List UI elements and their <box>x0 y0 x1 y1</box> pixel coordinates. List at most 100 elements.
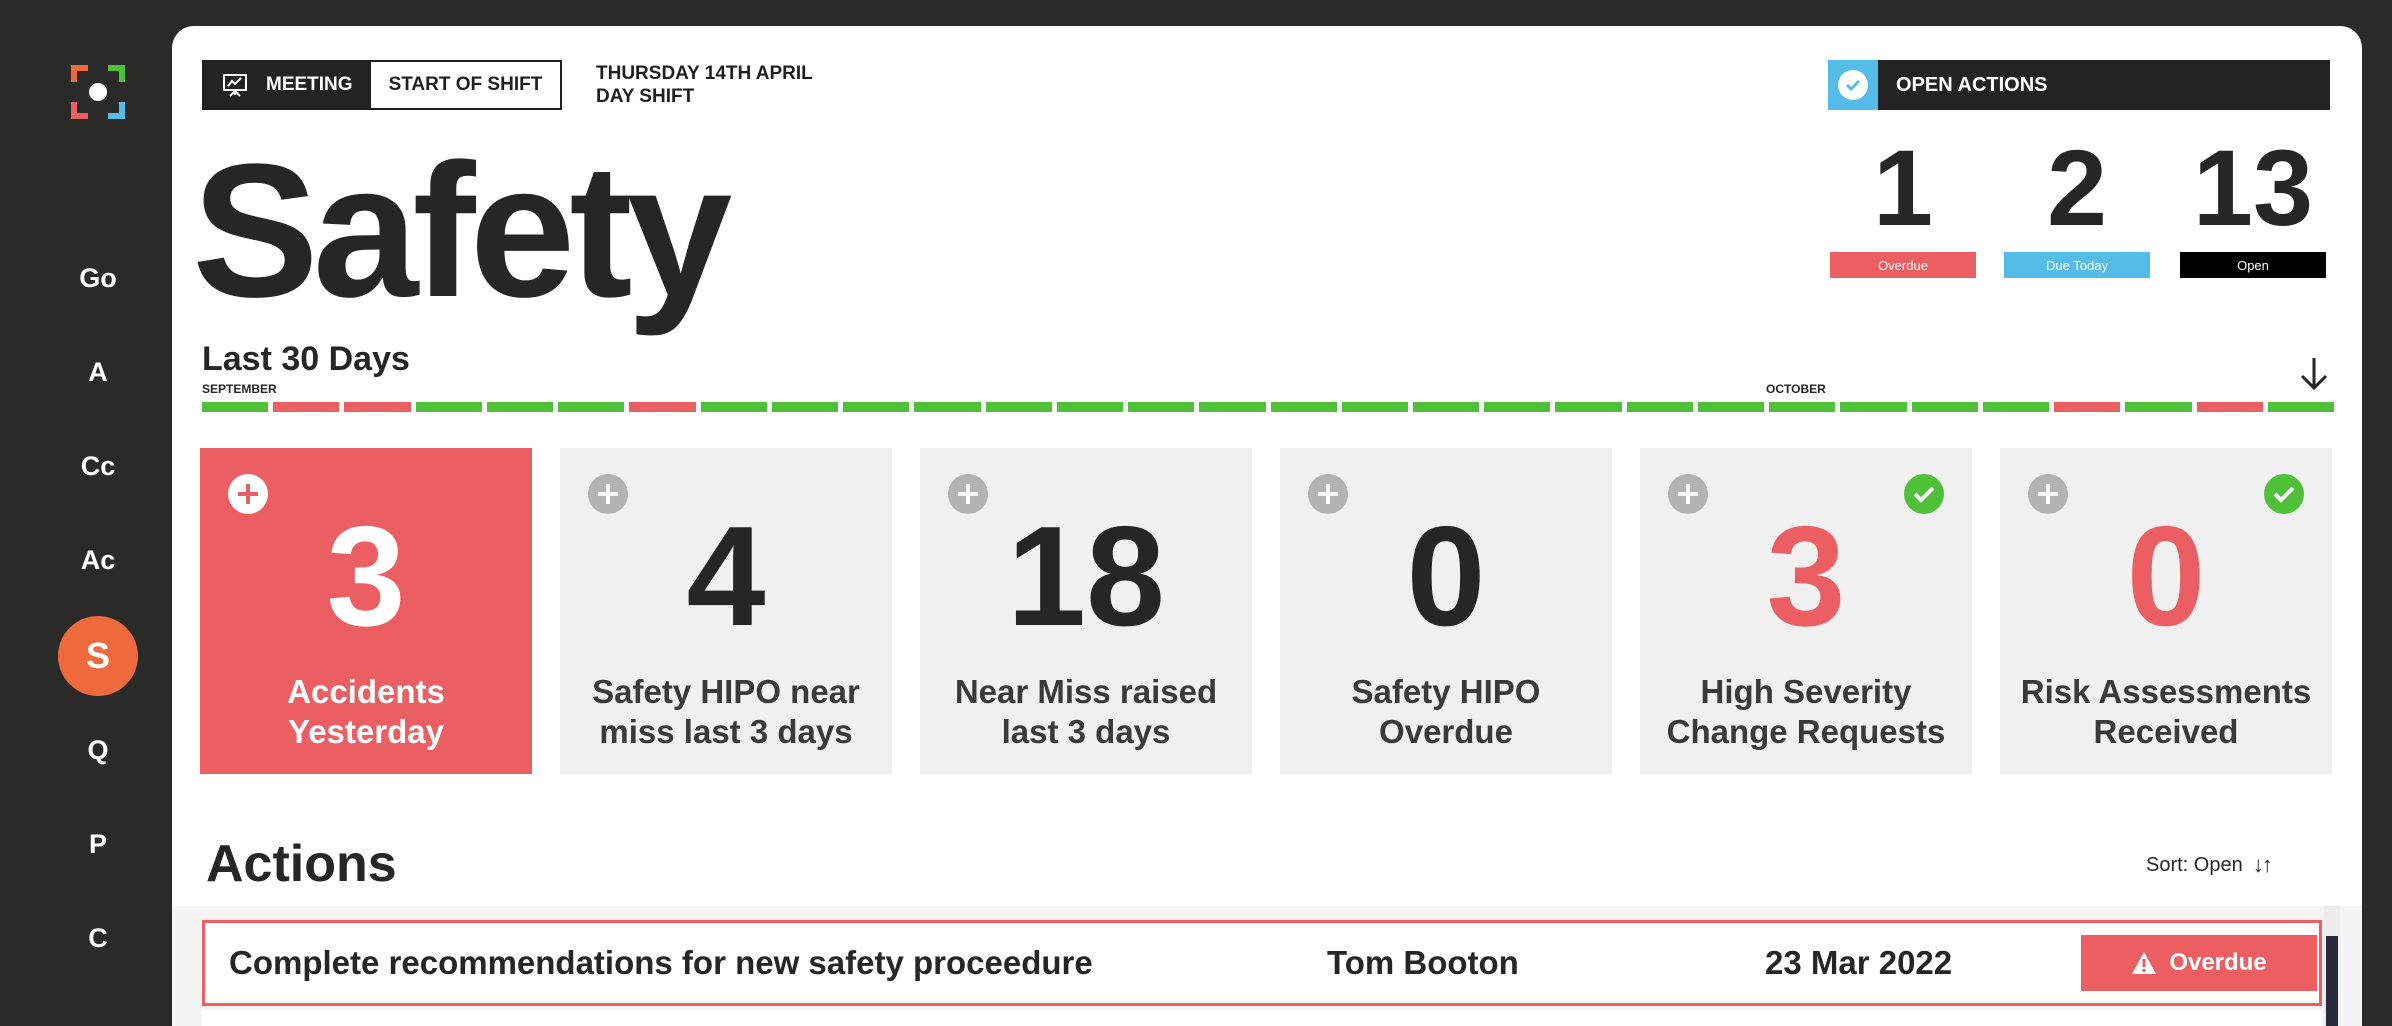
action-assignee: Tom Booton <box>1327 944 1519 981</box>
day-segment <box>1341 402 1408 412</box>
day-timeline <box>202 402 2335 412</box>
kpi-card[interactable]: 3 High Severity Change Requests <box>1640 448 1972 774</box>
day-segment <box>1840 402 1907 412</box>
open-tag: Open <box>2180 252 2326 278</box>
kpi-card[interactable]: 3 Accidents Yesterday <box>200 448 532 774</box>
kpi-value: 0 <box>2126 497 2206 656</box>
day-segment <box>2125 402 2192 412</box>
add-icon[interactable] <box>1668 474 1708 514</box>
sidebar-item-go[interactable]: Go <box>58 238 138 318</box>
kpi-value: 3 <box>1766 497 1846 656</box>
open-actions-check-icon <box>1828 60 1878 110</box>
overdue-tag: Overdue <box>1830 252 1976 278</box>
start-of-shift-button[interactable]: START OF SHIFT <box>370 62 561 108</box>
day-segment <box>1626 402 1693 412</box>
app-frame: Go A Cc Ac S Q P C MEETING START OF SHIF… <box>0 0 2392 1026</box>
day-segment <box>344 402 411 412</box>
shift-date-line: THURSDAY 14TH APRIL <box>596 63 813 84</box>
action-row[interactable] <box>202 1010 2322 1026</box>
add-icon[interactable] <box>1308 474 1348 514</box>
kpi-cards: 3 Accidents Yesterday 4 Safety HIPO near mi… <box>200 448 2336 774</box>
add-icon[interactable] <box>948 474 988 514</box>
kpi-card[interactable]: 0 Safety HIPO Overdue <box>1280 448 1612 774</box>
sidebar-item-p[interactable]: P <box>58 804 138 884</box>
kpi-value: 3 <box>326 497 406 656</box>
mode-toggle: MEETING START OF SHIFT <box>202 60 563 110</box>
day-segment <box>985 402 1052 412</box>
presentation-board-icon <box>223 74 247 97</box>
sidebar-item-q[interactable]: Q <box>58 710 138 790</box>
shift-type-line: DAY SHIFT <box>596 86 695 107</box>
day-segment <box>2196 402 2263 412</box>
day-segment <box>558 402 625 412</box>
open-stat[interactable]: 13 Open <box>2180 134 2326 278</box>
day-segment <box>1484 402 1551 412</box>
kpi-value: 0 <box>1406 497 1486 656</box>
sidebar-item-ac[interactable]: Ac <box>58 520 138 600</box>
day-segment <box>629 402 696 412</box>
actions-title: Actions <box>206 835 397 893</box>
open-actions-label: OPEN ACTIONS <box>1896 73 2048 96</box>
kpi-card[interactable]: 18 Near Miss raised last 3 days <box>920 448 1252 774</box>
sort-label: Sort: Open <box>2146 853 2243 876</box>
kpi-label: Near Miss raised last 3 days <box>954 673 1218 750</box>
page-title: Safety <box>192 125 732 337</box>
sidebar-item-c[interactable]: C <box>58 898 138 978</box>
day-segment <box>1697 402 1765 412</box>
add-icon[interactable] <box>228 474 268 514</box>
kpi-label: Risk Assessments Received <box>2020 673 2312 750</box>
warning-icon <box>2132 952 2157 974</box>
scrollbar-thumb[interactable] <box>2326 936 2338 1026</box>
kpi-card[interactable]: 0 Risk Assessments Received <box>2000 448 2332 774</box>
day-segment <box>1412 402 1480 412</box>
sort-arrows-icon[interactable]: ↓↑ <box>2253 852 2273 878</box>
day-segment <box>1555 402 1622 412</box>
arrow-down-icon[interactable] <box>2294 352 2334 396</box>
day-segment <box>415 402 482 412</box>
day-segment <box>1199 402 1266 412</box>
sidebar-item-a[interactable]: A <box>58 332 138 412</box>
kpi-card[interactable]: 4 Safety HIPO near miss last 3 days <box>560 448 892 774</box>
meeting-mode-button[interactable]: MEETING <box>204 62 371 108</box>
kpi-value: 18 <box>1007 497 1165 656</box>
overdue-stat[interactable]: 1 Overdue <box>1830 134 1976 278</box>
shift-date: THURSDAY 14TH APRIL DAY SHIFT <box>596 62 813 108</box>
overdue-count: 1 <box>1872 127 1934 248</box>
day-segment <box>2054 402 2121 412</box>
timeline-title: Last 30 Days <box>202 340 410 378</box>
open-actions-header[interactable]: OPEN ACTIONS <box>1828 60 2330 110</box>
sidebar: Go A Cc Ac S Q P C <box>0 0 172 1020</box>
sidebar-item-safety[interactable]: S <box>58 616 138 696</box>
sidebar-item-cc[interactable]: Cc <box>58 426 138 506</box>
check-icon <box>2264 474 2304 514</box>
due-today-count: 2 <box>2046 127 2108 248</box>
kpi-label: Accidents Yesterday <box>287 673 445 750</box>
day-segment <box>202 402 269 412</box>
action-due-date: 23 Mar 2022 <box>1765 944 1953 981</box>
action-row[interactable]: Complete recommendations for new safety … <box>202 920 2322 1006</box>
due-today-stat[interactable]: 2 Due Today <box>2004 134 2150 278</box>
kpi-label: High Severity Change Requests <box>1666 673 1946 750</box>
check-icon <box>1904 474 1944 514</box>
sort-control[interactable]: Sort: Open ↓↑ <box>2146 852 2273 878</box>
overdue-status-badge[interactable]: Overdue <box>2081 935 2317 991</box>
day-segment <box>1270 402 1337 412</box>
day-segment <box>771 402 839 412</box>
open-count: 13 <box>2192 127 2314 248</box>
add-icon[interactable] <box>588 474 628 514</box>
month-label: OCTOBER <box>1766 382 1826 396</box>
day-segment <box>700 402 767 412</box>
meeting-mode-label: MEETING <box>266 74 353 95</box>
kpi-label: Safety HIPO Overdue <box>1351 673 1541 750</box>
day-segment <box>1769 402 1836 412</box>
day-segment <box>273 402 340 412</box>
main-screen: MEETING START OF SHIFT THURSDAY 14TH APR… <box>172 26 2362 1026</box>
day-segment <box>486 402 554 412</box>
actions-scrollbar[interactable] <box>2324 906 2340 1026</box>
actions-list: Complete recommendations for new safety … <box>172 906 2362 1026</box>
month-label: SEPTEMBER <box>202 382 277 396</box>
day-segment <box>1056 402 1124 412</box>
add-icon[interactable] <box>2028 474 2068 514</box>
day-segment <box>1982 402 2050 412</box>
app-logo-icon <box>71 65 125 119</box>
